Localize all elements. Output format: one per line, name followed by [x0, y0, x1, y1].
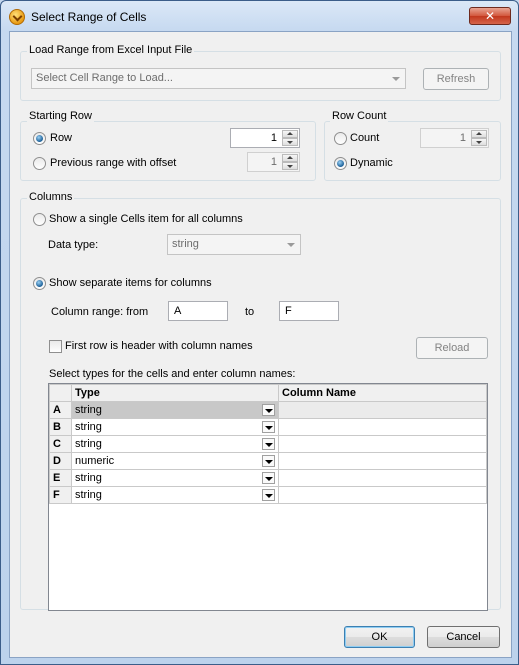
- row-spinner-value: 1: [270, 132, 277, 144]
- dropdown-arrow-icon[interactable]: [262, 489, 275, 501]
- row-radio-label: Row: [50, 132, 73, 144]
- chevron-down-icon: [287, 243, 295, 247]
- data-type-label: Data type:: [48, 239, 99, 251]
- dropdown-arrow-icon[interactable]: [262, 472, 275, 484]
- row-header: F: [49, 486, 72, 504]
- dialog-window: Select Range of Cells ✕ Load Range from …: [0, 0, 519, 665]
- dropdown-arrow-icon[interactable]: [262, 404, 275, 416]
- row-count-group-label: Row Count: [330, 110, 389, 122]
- type-value: string: [75, 489, 102, 501]
- count-spinner[interactable]: 1: [420, 128, 489, 148]
- column-name-cell[interactable]: [278, 452, 487, 470]
- row-header: E: [49, 469, 72, 487]
- spin-up-icon[interactable]: [471, 130, 487, 138]
- count-spinner-value: 1: [459, 132, 466, 144]
- column-name-cell[interactable]: [278, 401, 487, 419]
- type-value: string: [75, 421, 102, 433]
- reload-button[interactable]: Reload: [416, 337, 488, 359]
- window-title: Select Range of Cells: [31, 10, 147, 24]
- starting-row-group-label: Starting Row: [27, 110, 94, 122]
- column-range-to-label: to: [245, 306, 255, 318]
- column-name-cell[interactable]: [278, 486, 487, 504]
- cancel-button[interactable]: Cancel: [427, 626, 500, 648]
- row-header: C: [49, 435, 72, 453]
- table-header-type[interactable]: Type: [71, 384, 279, 402]
- type-value: string: [75, 404, 102, 416]
- single-cells-label: Show a single Cells item for all columns: [49, 213, 243, 225]
- table-row: F string: [49, 486, 487, 504]
- table-row: B string: [49, 418, 487, 436]
- type-value: string: [75, 438, 102, 450]
- column-name-cell[interactable]: [278, 469, 487, 487]
- single-cells-radio[interactable]: [33, 213, 46, 226]
- dropdown-arrow-icon[interactable]: [262, 455, 275, 467]
- previous-range-radio[interactable]: [33, 157, 46, 170]
- table-header-column-name[interactable]: Column Name: [278, 384, 487, 402]
- dynamic-radio[interactable]: [334, 157, 347, 170]
- first-row-header-checkbox[interactable]: [49, 340, 62, 353]
- table-row: D numeric: [49, 452, 487, 470]
- row-header: B: [49, 418, 72, 436]
- dialog-body: Load Range from Excel Input File Select …: [9, 31, 512, 658]
- previous-range-label: Previous range with offset: [50, 157, 177, 169]
- table-header-row: Type Column Name: [49, 384, 487, 402]
- dropdown-arrow-icon[interactable]: [262, 438, 275, 450]
- column-range-from-input[interactable]: A: [168, 301, 228, 321]
- row-header: A: [49, 401, 72, 419]
- close-button[interactable]: ✕: [469, 7, 511, 25]
- count-radio[interactable]: [334, 132, 347, 145]
- data-type-value: string: [172, 238, 199, 250]
- cell-range-dropdown[interactable]: Select Cell Range to Load...: [31, 68, 406, 89]
- title-bar: Select Range of Cells ✕: [1, 1, 518, 31]
- cell-range-placeholder: Select Cell Range to Load...: [36, 72, 173, 84]
- columns-group-label: Columns: [27, 191, 75, 203]
- type-cell[interactable]: string: [71, 401, 279, 419]
- column-name-cell[interactable]: [278, 435, 487, 453]
- table-row: A string: [49, 401, 487, 419]
- row-radio[interactable]: [33, 132, 46, 145]
- column-range-to-input[interactable]: F: [279, 301, 339, 321]
- column-name-cell[interactable]: [278, 418, 487, 436]
- count-spinner-buttons: [471, 130, 487, 146]
- type-cell[interactable]: string: [71, 486, 279, 504]
- offset-spinner-value: 1: [270, 156, 277, 168]
- table-header-corner: [49, 384, 72, 402]
- offset-spinner-buttons: [282, 154, 298, 170]
- spin-down-icon[interactable]: [471, 138, 487, 146]
- spin-down-icon[interactable]: [282, 162, 298, 170]
- type-cell[interactable]: numeric: [71, 452, 279, 470]
- chevron-down-icon: [392, 77, 400, 81]
- spin-up-icon[interactable]: [282, 130, 298, 138]
- first-row-header-label: First row is header with column names: [65, 340, 253, 352]
- app-icon: [9, 9, 25, 25]
- ok-button[interactable]: OK: [344, 626, 415, 648]
- load-range-group-label: Load Range from Excel Input File: [27, 44, 195, 56]
- refresh-button[interactable]: Refresh: [423, 68, 489, 90]
- table-instruction: Select types for the cells and enter col…: [49, 368, 296, 380]
- type-value: string: [75, 472, 102, 484]
- column-types-table: Type Column Name A string B string C str…: [48, 383, 488, 611]
- separate-items-label: Show separate items for columns: [49, 277, 212, 289]
- count-radio-label: Count: [350, 132, 380, 144]
- spin-down-icon[interactable]: [282, 138, 298, 146]
- row-header: D: [49, 452, 72, 470]
- dynamic-radio-label: Dynamic: [350, 157, 393, 169]
- separate-items-radio[interactable]: [33, 277, 46, 290]
- offset-spinner[interactable]: 1: [247, 152, 300, 172]
- table-row: C string: [49, 435, 487, 453]
- column-range-label: Column range: from: [51, 306, 149, 318]
- type-cell[interactable]: string: [71, 469, 279, 487]
- dropdown-arrow-icon[interactable]: [262, 421, 275, 433]
- type-cell[interactable]: string: [71, 435, 279, 453]
- row-spinner[interactable]: 1: [230, 128, 300, 148]
- type-cell[interactable]: string: [71, 418, 279, 436]
- data-type-dropdown[interactable]: string: [167, 234, 301, 255]
- type-value: numeric: [75, 455, 115, 467]
- spin-up-icon[interactable]: [282, 154, 298, 162]
- row-spinner-buttons: [282, 130, 298, 146]
- table-row: E string: [49, 469, 487, 487]
